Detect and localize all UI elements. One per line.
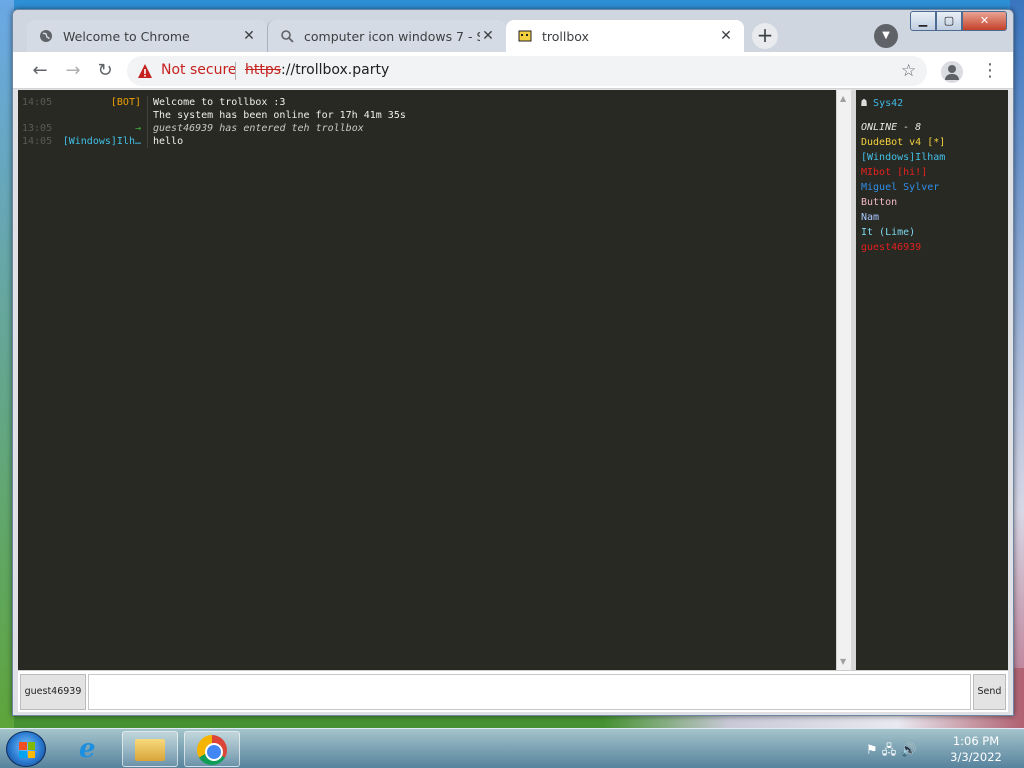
tab-title: computer icon windows 7 - Search [304,28,480,44]
bookmark-star-icon[interactable]: ☆ [901,61,916,81]
close-tab-icon[interactable]: ✕ [480,28,496,44]
forward-arrow-icon[interactable]: → [62,60,84,82]
chat-input-bar: guest46939 Send [18,670,1008,712]
user-list-item[interactable]: DudeBot v4 [*] [861,135,1008,150]
clock-date: 3/3/2022 [950,750,1002,764]
user-list-item[interactable]: [Windows]Ilham [861,150,1008,165]
maximize-button[interactable]: ▢ [936,11,962,31]
chat-message: 13:05 → guest46939 has entered teh troll… [18,122,836,135]
message-text: Welcome to trollbox :3 [147,96,836,109]
user-list-item[interactable]: Miguel Sylver [861,180,1008,195]
tab-search-button[interactable]: ▼ [874,24,898,48]
user-list-items: DudeBot v4 [*] [Windows]Ilham MIbot [hi!] M… [861,135,1008,255]
warning-icon[interactable] [137,63,153,79]
taskbar: e ⚑ 🖧 🔊 1:06 PM 3/3/2022 [0,728,1024,768]
user-list-item[interactable]: Button [861,195,1008,210]
user-list-item[interactable]: Nam [861,210,1008,225]
close-tab-icon[interactable]: ✕ [718,28,734,44]
network-icon[interactable]: 🖧 [882,743,897,758]
scroll-up-arrow-icon[interactable]: ▲ [840,94,846,103]
user-list-item[interactable]: MIbot [hi!] [861,165,1008,180]
user-list: ☗ Sys42 ONLINE - 8 DudeBot v4 [*] [Window… [856,90,1008,670]
security-status-label[interactable]: Not secure [161,62,237,78]
join-nick[interactable]: guest46939 [153,123,213,134]
message-time: 14:05 [22,136,53,147]
message-text: guest46939 has entered teh trollbox [147,122,836,135]
close-tab-icon[interactable]: ✕ [241,28,257,44]
browser-toolbar: ← → ↻ Not secure https://trollbox.party … [13,52,1013,89]
globe-icon [40,30,52,42]
clock-time: 1:06 PM [952,734,1000,748]
folder-icon [135,739,165,761]
start-button[interactable] [6,731,46,767]
url-text[interactable]: https://trollbox.party [245,62,389,78]
taskbar-internet-explorer[interactable]: e [62,731,118,767]
back-arrow-icon[interactable]: ← [29,60,51,82]
windows-logo-icon [19,742,35,758]
message-text: The system has been online for 17h 41m 3… [147,109,836,122]
user-list-item[interactable]: guest46939 [861,240,1008,255]
send-button[interactable]: Send [973,674,1006,710]
chat-message: 14:05 [Windows]Ilh… hello [18,135,836,148]
address-bar[interactable]: Not secure https://trollbox.party ☆ [127,56,927,86]
chat-message: 14:05 [BOT] Welcome to trollbox :3 [18,96,836,109]
url-host: ://trollbox.party [281,62,390,78]
join-text: has entered teh trollbox [213,123,364,134]
home-icon: ☗ [861,98,874,109]
trollbox-favicon [518,30,532,42]
scroll-down-arrow-icon[interactable]: ▼ [840,657,846,666]
browser-window: Welcome to Chrome ✕ computer icon window… [12,9,1014,716]
message-nick[interactable]: [BOT] [60,96,147,109]
tab-strip: Welcome to Chrome ✕ computer icon window… [13,10,1013,52]
message-nick[interactable]: [Windows]Ilh… [60,135,147,148]
tab-title: trollbox [542,28,589,44]
internet-explorer-icon: e [79,734,96,764]
chat-log: 14:05 [BOT] Welcome to trollbox :3 The s… [18,90,836,670]
volume-icon[interactable]: 🔊 [900,743,916,758]
tab-search[interactable]: computer icon windows 7 - Search ✕ [267,20,506,52]
join-arrow-icon: → [134,123,141,134]
omnibox-divider [235,62,236,80]
message-time [22,109,60,122]
tab-title: Welcome to Chrome [63,28,190,44]
chat-scrollbar[interactable]: ▲ ▼ [836,90,851,670]
reload-icon[interactable]: ↻ [94,60,116,82]
url-scheme: https [245,62,282,78]
search-icon [281,30,294,43]
room-title[interactable]: ☗ Sys42 [861,96,1008,111]
message-input[interactable] [88,674,971,710]
tab-welcome[interactable]: Welcome to Chrome ✕ [27,20,267,52]
minimize-button[interactable]: ▁ [910,11,936,31]
message-time: 13:05 [22,123,53,134]
chat-message: The system has been online for 17h 41m 3… [18,109,836,122]
system-tray: ⚑ 🖧 🔊 [866,741,917,763]
message-nick [60,109,147,122]
taskbar-file-explorer[interactable] [122,731,178,767]
message-text: hello [147,135,836,148]
profile-avatar-icon[interactable] [941,61,963,83]
user-list-item[interactable]: It (Lime) [861,225,1008,240]
chrome-icon [197,735,227,765]
room-name: Sys42 [873,98,904,109]
tab-trollbox[interactable]: trollbox ✕ [506,20,744,52]
taskbar-chrome[interactable] [184,731,240,767]
new-tab-button[interactable]: + [752,23,778,49]
taskbar-clock[interactable]: 1:06 PM 3/3/2022 [940,733,1012,765]
action-center-flag-icon[interactable]: ⚑ [866,743,878,758]
close-window-button[interactable]: ✕ [962,11,1007,31]
online-count: ONLINE - 8 [861,122,922,133]
trollbox-page: 14:05 [BOT] Welcome to trollbox :3 The s… [18,90,1008,712]
message-time: 14:05 [22,97,53,108]
kebab-menu-icon[interactable]: ⋮ [981,60,999,82]
nickname-button[interactable]: guest46939 [20,674,86,710]
